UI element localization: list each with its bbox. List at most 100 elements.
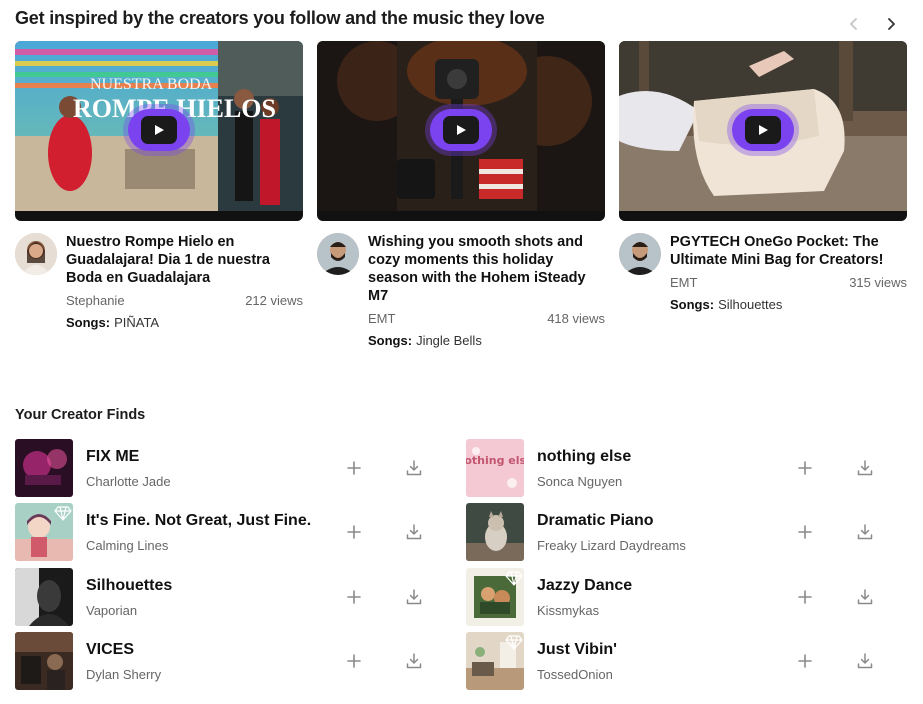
track-title[interactable]: Dramatic Piano [537,512,653,530]
download-button[interactable] [402,520,426,544]
play-button[interactable] [732,109,794,151]
track-title[interactable]: Jazzy Dance [537,577,632,595]
download-button[interactable] [853,456,877,480]
track-artwork[interactable] [15,568,73,626]
video-card: PGYTECH OneGo Pocket: The Ultimate Mini … [619,41,907,312]
plus-icon [347,654,361,668]
track-row[interactable]: FIX ME Charlotte Jade [15,439,435,497]
play-button[interactable] [128,109,190,151]
section-heading: Get inspired by the creators you follow … [15,8,545,28]
video-creator[interactable]: Stephanie [66,293,125,308]
download-button[interactable] [402,456,426,480]
creator-avatar[interactable] [15,233,57,275]
track-row[interactable]: Just Vibin' TossedOnion [466,632,886,690]
track-row[interactable]: VICES Dylan Sherry [15,632,435,690]
chevron-left-icon [850,18,857,30]
download-button[interactable] [853,649,877,673]
carousel-prev-button[interactable] [842,12,866,36]
video-views: 212 views [245,293,303,308]
play-icon [457,125,466,135]
add-button[interactable] [793,649,817,673]
add-button[interactable] [793,456,817,480]
download-icon [406,589,422,605]
track-row[interactable]: It's Fine. Not Great, Just Fine. Calming… [15,503,435,561]
creator-avatar[interactable] [317,233,359,275]
track-artwork[interactable] [15,503,73,561]
video-title[interactable]: Wishing you smooth shots and cozy moment… [368,233,605,305]
add-button[interactable] [342,456,366,480]
video-creator[interactable]: EMT [670,275,697,290]
add-button[interactable] [793,585,817,609]
plus-icon [798,525,812,539]
add-button[interactable] [793,520,817,544]
add-button[interactable] [342,520,366,544]
chevron-right-icon [888,18,895,30]
video-songs: Songs: Jingle Bells [368,333,482,348]
track-artwork[interactable] [15,439,73,497]
download-icon [857,460,873,476]
plus-icon [798,654,812,668]
download-button[interactable] [402,585,426,609]
song-link[interactable]: Silhouettes [718,297,782,312]
play-icon [759,125,768,135]
track-artist[interactable]: Charlotte Jade [86,474,171,489]
video-thumbnail[interactable]: NUESTRA BODA ROMPE HIELOS [15,41,303,221]
download-icon [406,653,422,669]
track-artwork[interactable]: nothing else [466,439,524,497]
track-title[interactable]: It's Fine. Not Great, Just Fine. [86,512,311,530]
track-artwork[interactable] [466,632,524,690]
download-icon [857,653,873,669]
play-button[interactable] [430,109,492,151]
track-row[interactable]: nothing else nothing else Sonca Nguyen [466,439,886,497]
track-artwork[interactable] [466,503,524,561]
track-title[interactable]: Just Vibin' [537,641,617,659]
track-artist[interactable]: Kissmykas [537,603,599,618]
artwork-text: nothing else [466,454,524,467]
video-views: 315 views [849,275,907,290]
carousel-next-button[interactable] [879,12,903,36]
plus-icon [798,461,812,475]
download-button[interactable] [853,585,877,609]
video-card: Wishing you smooth shots and cozy moment… [317,41,605,348]
play-icon [155,125,164,135]
track-artist[interactable]: Vaporian [86,603,137,618]
track-artist[interactable]: Dylan Sherry [86,667,161,682]
add-button[interactable] [342,585,366,609]
creator-finds-heading: Your Creator Finds [15,407,146,423]
video-title[interactable]: PGYTECH OneGo Pocket: The Ultimate Mini … [670,233,907,269]
plus-icon [347,590,361,604]
video-thumbnail[interactable] [619,41,907,221]
download-icon [857,524,873,540]
track-artist[interactable]: Freaky Lizard Daydreams [537,538,686,553]
svg-text:NUESTRA BODA: NUESTRA BODA [90,76,213,93]
track-row[interactable]: Silhouettes Vaporian [15,568,435,626]
download-icon [406,460,422,476]
video-title[interactable]: Nuestro Rompe Hielo en Guadalajara! Dia … [66,233,303,287]
track-title[interactable]: Silhouettes [86,577,172,595]
download-button[interactable] [853,520,877,544]
plus-icon [798,590,812,604]
plus-icon [347,461,361,475]
track-artwork[interactable] [15,632,73,690]
video-thumbnail[interactable] [317,41,605,221]
track-title[interactable]: nothing else [537,448,631,466]
track-title[interactable]: FIX ME [86,448,139,466]
download-icon [406,524,422,540]
video-creator[interactable]: EMT [368,311,395,326]
add-button[interactable] [342,649,366,673]
track-title[interactable]: VICES [86,641,134,659]
download-icon [857,589,873,605]
track-row[interactable]: Jazzy Dance Kissmykas [466,568,886,626]
song-link[interactable]: PIÑATA [114,315,159,330]
track-artist[interactable]: Sonca Nguyen [537,474,622,489]
song-link[interactable]: Jingle Bells [416,333,482,348]
track-artwork[interactable] [466,568,524,626]
creator-avatar[interactable] [619,233,661,275]
diamond-icon [54,506,72,521]
diamond-icon [505,635,523,650]
video-songs: Songs: Silhouettes [670,297,782,312]
download-button[interactable] [402,649,426,673]
track-artist[interactable]: TossedOnion [537,667,613,682]
track-artist[interactable]: Calming Lines [86,538,168,553]
track-row[interactable]: Dramatic Piano Freaky Lizard Daydreams [466,503,886,561]
